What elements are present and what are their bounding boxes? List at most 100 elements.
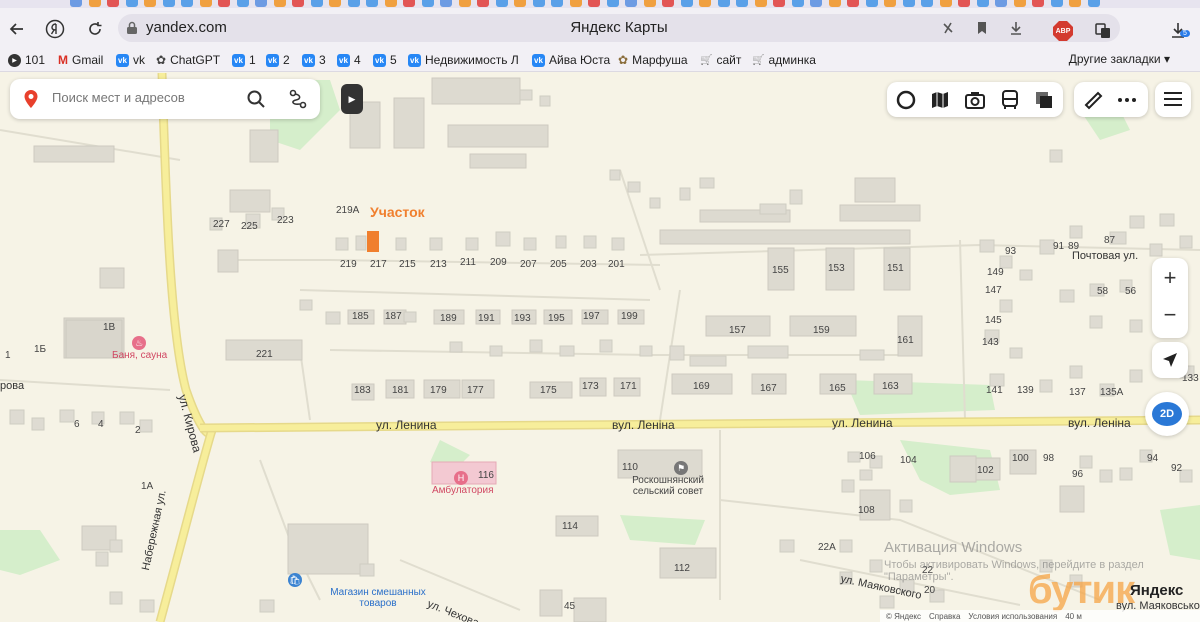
- tab-favicon[interactable]: [495, 0, 508, 7]
- tab-favicon[interactable]: [236, 0, 249, 7]
- bookmark-item[interactable]: 🛒 админка: [752, 52, 816, 68]
- tab-favicon[interactable]: [662, 0, 674, 7]
- tab-favicon[interactable]: [828, 0, 841, 7]
- tab-favicon[interactable]: [273, 0, 286, 7]
- tab-favicon[interactable]: [902, 0, 915, 7]
- bookmark-item[interactable]: vk vk: [116, 52, 145, 68]
- tab-favicon[interactable]: [939, 0, 952, 7]
- tab-favicon[interactable]: [699, 0, 711, 7]
- tab-favicon[interactable]: [144, 0, 156, 7]
- tab-favicon[interactable]: [717, 0, 730, 7]
- yandex-home-button[interactable]: [44, 18, 66, 40]
- geolocation-button[interactable]: [1152, 342, 1188, 378]
- tab-favicon[interactable]: [773, 0, 785, 7]
- tab-favicon[interactable]: [310, 0, 323, 7]
- tab-favicon[interactable]: [162, 0, 175, 7]
- tab-favicon[interactable]: [329, 0, 341, 7]
- tab-favicon[interactable]: [70, 0, 82, 7]
- tab-favicon[interactable]: [847, 0, 859, 7]
- tab-favicon[interactable]: [921, 0, 933, 7]
- tab-favicon[interactable]: [181, 0, 193, 7]
- tab-favicon[interactable]: [347, 0, 360, 7]
- zoom-out-button[interactable]: −: [1152, 296, 1188, 334]
- tab-favicon[interactable]: [458, 0, 471, 7]
- search-icon[interactable]: [246, 89, 266, 109]
- bookmark-item[interactable]: vk 2: [266, 52, 290, 68]
- tab-favicon[interactable]: [477, 0, 489, 7]
- tab-favicon[interactable]: [884, 0, 896, 7]
- search-input[interactable]: [52, 90, 237, 105]
- tab-favicon[interactable]: [199, 0, 212, 7]
- back-button[interactable]: [6, 18, 28, 40]
- tab-favicon[interactable]: [754, 0, 767, 7]
- ruler-button[interactable]: [1080, 87, 1106, 113]
- bookmark-item[interactable]: ✿ ChatGPT: [156, 52, 220, 68]
- poi-marker[interactable]: H Амбулатория: [432, 471, 494, 496]
- layers-button[interactable]: [1031, 87, 1057, 113]
- view-mode-button[interactable]: 2D: [1145, 392, 1189, 436]
- poi-marker[interactable]: ⚑ Роскошнянский сельский совет: [618, 461, 718, 497]
- tab-favicon[interactable]: [810, 0, 822, 7]
- adblock-icon[interactable]: ABP: [1053, 21, 1073, 41]
- tab-favicon[interactable]: [625, 0, 637, 7]
- bookmark-item[interactable]: vk 1: [232, 52, 256, 68]
- tab-favicon[interactable]: [680, 0, 693, 7]
- bookmark-item[interactable]: vk Недвижимость Л: [408, 52, 519, 68]
- tab-favicon[interactable]: [218, 0, 230, 7]
- tab-favicon[interactable]: [532, 0, 545, 7]
- tab-favicon[interactable]: [1087, 0, 1100, 7]
- tab-favicon[interactable]: [976, 0, 989, 7]
- transport-button[interactable]: [997, 87, 1023, 113]
- bookmark-item[interactable]: 🛒 сайт: [700, 52, 741, 68]
- photos-button[interactable]: [962, 87, 988, 113]
- translate-icon[interactable]: [1093, 21, 1113, 41]
- tab-favicon[interactable]: [125, 0, 138, 7]
- no-tracking-icon[interactable]: [940, 20, 956, 36]
- route-icon[interactable]: [288, 89, 308, 109]
- collapse-panel-button[interactable]: ▶: [341, 84, 363, 114]
- plot-label[interactable]: Участок: [370, 204, 425, 220]
- tab-favicon[interactable]: [403, 0, 415, 7]
- more-button[interactable]: [1114, 87, 1140, 113]
- terms-link[interactable]: Условия использования: [968, 612, 1057, 621]
- tab-favicon[interactable]: [440, 0, 452, 7]
- bookmark-item[interactable]: vk 3: [302, 52, 326, 68]
- bookmark-item[interactable]: vk 5: [373, 52, 397, 68]
- tab-favicon[interactable]: [255, 0, 267, 7]
- tab-favicon[interactable]: [384, 0, 397, 7]
- tab-favicon[interactable]: [366, 0, 378, 7]
- tab-favicon[interactable]: [865, 0, 878, 7]
- bookmark-item[interactable]: M Gmail: [58, 52, 103, 68]
- other-bookmarks[interactable]: Другие закладки ▾: [1069, 52, 1170, 66]
- reload-button[interactable]: [84, 18, 106, 40]
- bookmark-item[interactable]: ✿ Марфуша: [618, 52, 688, 68]
- menu-button[interactable]: [1155, 82, 1191, 117]
- tab-favicon[interactable]: [736, 0, 748, 7]
- poi-marker[interactable]: ♨ Баня, сауна: [112, 336, 167, 361]
- bookmark-item[interactable]: ▶ 101: [8, 52, 45, 68]
- tab-favicon[interactable]: [1050, 0, 1063, 7]
- tab-favicon[interactable]: [958, 0, 970, 7]
- bookmark-item[interactable]: vk 4: [337, 52, 361, 68]
- bookmark-icon[interactable]: [974, 20, 990, 36]
- tab-favicon[interactable]: [551, 0, 563, 7]
- download-page-icon[interactable]: [1008, 20, 1024, 36]
- tab-favicon[interactable]: [1069, 0, 1081, 7]
- tab-favicon[interactable]: [643, 0, 656, 7]
- tab-favicon[interactable]: [569, 0, 582, 7]
- tab-favicon[interactable]: [588, 0, 600, 7]
- tab-favicon[interactable]: [606, 0, 619, 7]
- panorama-button[interactable]: [893, 87, 919, 113]
- zoom-in-button[interactable]: +: [1152, 259, 1188, 297]
- tab-favicon[interactable]: [514, 0, 526, 7]
- tab-favicon[interactable]: [107, 0, 119, 7]
- downloads-button[interactable]: 5: [1170, 21, 1192, 43]
- tab-favicon[interactable]: [292, 0, 304, 7]
- search-box[interactable]: [10, 79, 320, 119]
- tab-favicon[interactable]: [1032, 0, 1044, 7]
- url-field[interactable]: yandex.com Яндекс Карты: [118, 14, 1120, 42]
- tab-favicon[interactable]: [791, 0, 804, 7]
- tab-favicon[interactable]: [88, 0, 101, 7]
- traffic-button[interactable]: [927, 87, 953, 113]
- help-link[interactable]: Справка: [929, 612, 960, 621]
